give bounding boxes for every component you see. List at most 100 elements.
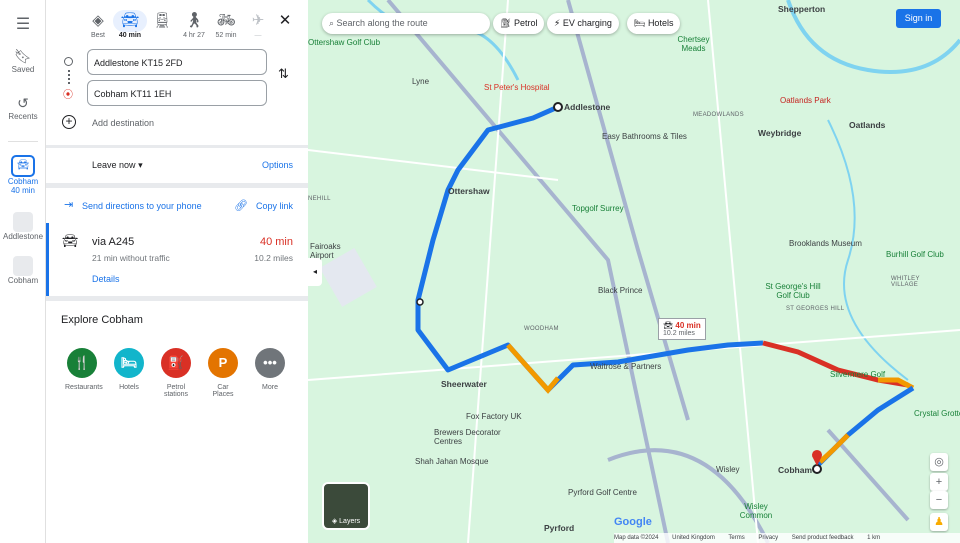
mode-best[interactable]: ◈ Best: [81, 10, 115, 39]
label: Restaurants: [65, 384, 103, 391]
route-label[interactable]: 🚘︎ 40 min 10.2 miles: [658, 318, 706, 340]
map-label: Oatlands Park: [780, 96, 831, 105]
petrol-icon: ⛽︎: [500, 18, 514, 28]
explore-restaurants[interactable]: 🍴 Restaurants: [65, 348, 103, 391]
origin-input[interactable]: Addlestone KT15 2FD: [87, 49, 267, 75]
mode-cycling[interactable]: 🚲︎ 52 min: [209, 10, 243, 39]
map-label: Shah Jahan Mosque: [415, 457, 489, 466]
map-label: Burhill Golf Club: [886, 250, 944, 259]
zoom-in-button[interactable]: +: [930, 473, 948, 491]
region[interactable]: United Kingdom: [672, 535, 715, 541]
recent-addlestone[interactable]: Addlestone: [0, 212, 46, 241]
map-label: Topgolf Surrey: [572, 204, 624, 213]
layers-button[interactable]: ◈ Layers: [322, 482, 370, 530]
mode-walking[interactable]: 🚶︎ 4 hr 27: [177, 10, 211, 39]
place-thumbnail-icon: [13, 212, 33, 232]
route-label-distance: 10.2 miles: [663, 330, 695, 337]
directions-panel: ◈ Best 🚘︎ 40 min 🚆︎ 🚶︎ 4 hr 27 🚲︎ 52 min ✈︎ —…: [46, 0, 308, 543]
map-label: NEHILL: [308, 196, 331, 202]
car-icon: 🚘︎: [11, 155, 35, 177]
phone-send-icon: ⇥: [64, 199, 74, 211]
saved-button[interactable]: 🔖︎ Saved: [0, 48, 46, 74]
chip-hotels[interactable]: 🛏︎ Hotels: [627, 13, 681, 34]
map-label: Silvermere Golf: [830, 370, 886, 379]
map-label: Wisley: [716, 465, 740, 474]
chip-petrol[interactable]: ⛽︎ Petrol: [493, 13, 545, 34]
zoom-out-button[interactable]: −: [930, 491, 948, 509]
add-icon[interactable]: +: [62, 115, 76, 129]
mode-label: 40 min: [118, 32, 142, 39]
label: Hotels: [119, 384, 139, 391]
route-via: via A245: [92, 236, 135, 248]
options-button[interactable]: Options: [262, 160, 293, 170]
mode-transit[interactable]: 🚆︎: [145, 10, 179, 32]
divider: [46, 145, 308, 148]
terms-link[interactable]: Terms: [728, 535, 744, 541]
train-icon: 🚆︎: [152, 12, 172, 29]
route-option[interactable]: 🚘︎ via A245 40 min 21 min without traffi…: [46, 223, 308, 296]
hotel-icon: 🛏︎: [634, 18, 648, 28]
recent-cobham[interactable]: Cobham: [0, 256, 46, 285]
recent-cobham-route[interactable]: 🚘︎ Cobham 40 min: [0, 155, 46, 195]
bike-icon: 🚲︎: [216, 12, 236, 29]
explore-title: Explore Cobham: [61, 314, 143, 326]
map-label: Brewers Decorator Centres: [434, 428, 501, 446]
route-distance: 10.2 miles: [254, 253, 293, 263]
privacy-link[interactable]: Privacy: [758, 535, 778, 541]
feedback-link[interactable]: Send product feedback: [792, 535, 854, 541]
map-label: Pyrford: [544, 523, 575, 533]
mode-driving[interactable]: 🚘︎ 40 min: [113, 10, 147, 39]
swap-icon[interactable]: ⇅: [278, 66, 289, 82]
place-thumbnail-icon: [13, 256, 33, 276]
copy-link-button[interactable]: Copy link: [256, 201, 293, 211]
map-label: Lyne: [412, 77, 430, 86]
map[interactable]: ⌕ Search along the route ⛽︎ Petrol ⚡︎ EV…: [308, 0, 960, 543]
mode-label: 52 min: [215, 32, 237, 39]
map-canvas: [308, 0, 960, 543]
map-label: Waitrose & Partners: [590, 362, 662, 371]
google-logo: Google: [614, 516, 652, 528]
map-label: Fairoaks Airport: [310, 242, 341, 260]
chip-ev-charging[interactable]: ⚡︎ EV charging: [547, 13, 619, 34]
explore-hotels[interactable]: 🛏 Hotels: [112, 348, 146, 391]
map-label: ST GEORGES HILL: [786, 306, 845, 312]
search-icon: ⌕: [329, 18, 337, 28]
map-label: Brooklands Museum: [789, 239, 862, 248]
label: Cobham: [7, 276, 39, 285]
car-icon: 🚘︎: [113, 10, 147, 32]
explore-car-places[interactable]: P Car Places: [206, 348, 240, 398]
explore-more[interactable]: ••• More: [253, 348, 287, 391]
sign-in-button[interactable]: Sign in: [896, 9, 941, 28]
destination-input[interactable]: Cobham KT11 1EH: [87, 80, 267, 106]
close-button[interactable]: ✕: [268, 10, 302, 32]
label: Cobham: [7, 177, 39, 186]
map-label: Oatlands: [849, 120, 886, 130]
map-label: Pyrford Golf Centre: [568, 488, 637, 497]
recents-button[interactable]: ↺ Recents: [0, 95, 46, 121]
map-label: Weybridge: [758, 128, 802, 138]
parking-icon: P: [208, 348, 238, 378]
collapse-panel-button[interactable]: ◂: [308, 258, 322, 286]
history-icon: ↺: [17, 95, 29, 111]
menu-icon[interactable]: ☰: [0, 14, 46, 34]
map-label: Ottershaw Golf Club: [308, 38, 381, 47]
details-link[interactable]: Details: [92, 274, 120, 284]
divider: [46, 296, 308, 301]
best-route-icon: ◈: [92, 12, 104, 29]
leave-now-dropdown[interactable]: Leave now ▾: [92, 160, 143, 171]
sublabel: 40 min: [10, 186, 35, 195]
map-label: Black Prince: [598, 286, 643, 295]
map-label: Crystal Grotto: [914, 409, 960, 418]
explore-petrol[interactable]: ⛽ Petrol stations: [159, 348, 193, 398]
street-view-pegman-icon[interactable]: ♟: [930, 513, 948, 531]
search-along-route-input[interactable]: ⌕ Search along the route: [322, 13, 490, 34]
label: More: [262, 384, 278, 391]
send-directions-link[interactable]: Send directions to your phone: [82, 201, 202, 211]
close-icon: ✕: [278, 12, 292, 29]
mode-label: Best: [90, 32, 105, 39]
my-location-button[interactable]: ◎: [930, 453, 948, 471]
add-destination[interactable]: Add destination: [92, 118, 154, 128]
map-label: Sheerwater: [441, 379, 487, 389]
scale-label[interactable]: 1 km: [867, 535, 880, 541]
car-icon: 🚘︎: [62, 233, 79, 248]
